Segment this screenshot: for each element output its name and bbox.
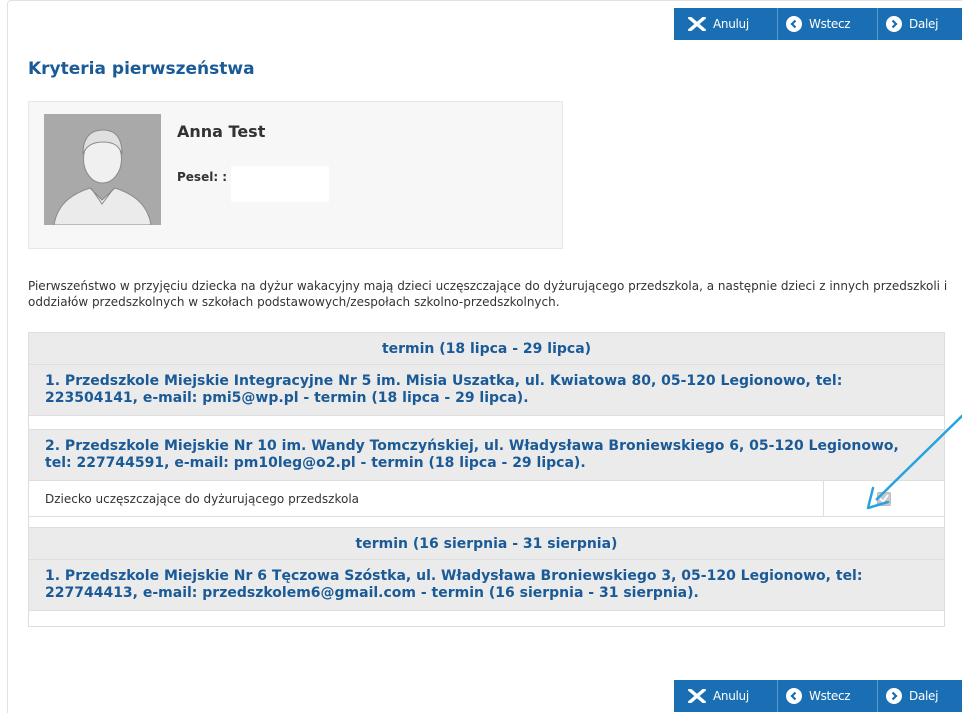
school-item: 2. Przedszkole Miejskie Nr 10 im. Wandy … — [28, 429, 945, 481]
annotation-arrow-icon — [866, 414, 962, 510]
cancel-label: Anuluj — [713, 689, 749, 703]
cancel-button[interactable]: Anuluj — [674, 680, 778, 712]
info-text: Pierwszeństwo w przyjęciu dziecka na dyż… — [28, 279, 948, 309]
criterion-row: Dziecko uczęszczające do dyżurującego pr… — [28, 481, 945, 517]
pesel-row: Pesel: : — [177, 152, 330, 202]
next-button[interactable]: Dalej — [878, 680, 962, 712]
back-button[interactable]: Wstecz — [778, 680, 878, 712]
close-icon — [688, 689, 706, 703]
profile-card: Anna Test Pesel: : — [28, 101, 563, 249]
back-label: Wstecz — [809, 17, 851, 31]
criteria-list: termin (18 lipca - 29 lipca) 1. Przedszk… — [28, 332, 945, 627]
close-icon — [688, 17, 706, 31]
divider — [28, 611, 945, 627]
criterion-label: Dziecko uczęszczające do dyżurującego pr… — [29, 481, 824, 516]
term-header: termin (18 lipca - 29 lipca) — [28, 332, 945, 365]
school-item: 1. Przedszkole Miejskie Nr 6 Tęczowa Szó… — [28, 560, 945, 611]
person-name: Anna Test — [177, 122, 266, 141]
page-title: Kryteria pierwszeństwa — [28, 59, 255, 79]
chevron-left-icon — [786, 16, 802, 32]
divider — [28, 416, 945, 429]
cancel-button[interactable]: Anuluj — [674, 8, 778, 40]
back-label: Wstecz — [809, 689, 851, 703]
pesel-label: Pesel: : — [177, 170, 228, 184]
next-label: Dalej — [909, 689, 939, 703]
chevron-right-icon — [886, 16, 902, 32]
next-button[interactable]: Dalej — [878, 8, 962, 40]
back-button[interactable]: Wstecz — [778, 8, 878, 40]
top-toolbar: Anuluj Wstecz Dalej — [674, 8, 962, 40]
chevron-left-icon — [786, 688, 802, 704]
term-header: termin (16 sierpnia - 31 sierpnia) — [28, 527, 945, 560]
school-item: 1. Przedszkole Miejskie Integracyjne Nr … — [28, 365, 945, 416]
chevron-right-icon — [886, 688, 902, 704]
next-label: Dalej — [909, 17, 939, 31]
bottom-toolbar: Anuluj Wstecz Dalej — [674, 680, 962, 712]
divider — [28, 517, 945, 527]
cancel-label: Anuluj — [713, 17, 749, 31]
pesel-value — [231, 166, 330, 202]
avatar-placeholder-icon — [44, 114, 161, 225]
